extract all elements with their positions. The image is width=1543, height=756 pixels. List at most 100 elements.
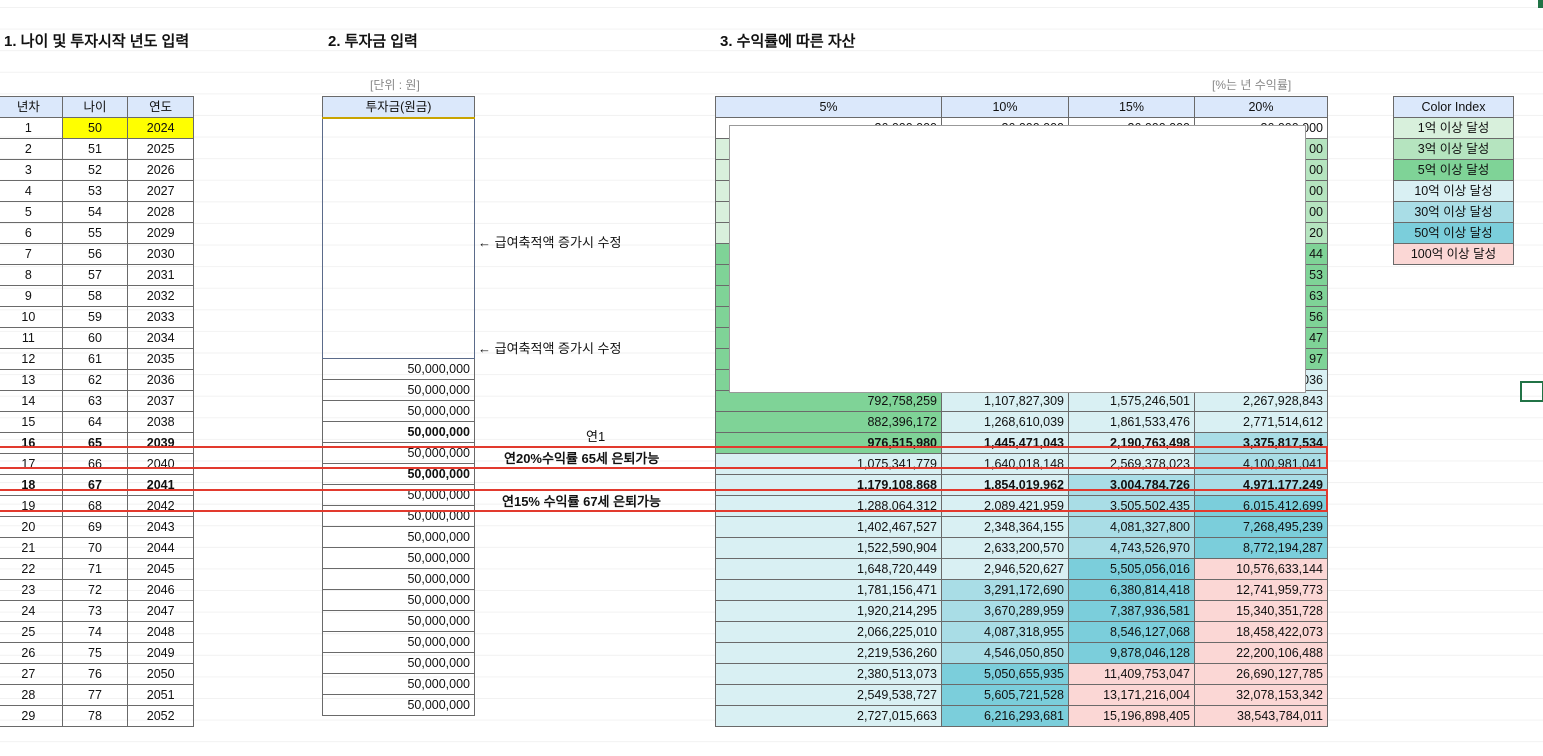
table-cell[interactable]: [322, 158, 475, 178]
table-cell[interactable]: 2,569,378,023: [1068, 453, 1195, 475]
column-header[interactable]: 10%: [941, 96, 1069, 118]
table-cell[interactable]: 32,078,153,342: [1194, 684, 1328, 706]
table-cell[interactable]: 2,348,364,155: [941, 516, 1069, 538]
table-cell[interactable]: 52: [61, 159, 129, 181]
table-cell[interactable]: 2028: [127, 201, 194, 223]
table-cell[interactable]: 2,946,520,627: [941, 558, 1069, 580]
table-cell[interactable]: 2025: [127, 138, 194, 160]
table-cell[interactable]: 66: [61, 453, 129, 475]
table-cell[interactable]: [322, 218, 475, 238]
table-cell[interactable]: 2: [0, 138, 63, 160]
table-cell[interactable]: 70: [61, 537, 129, 559]
table-cell[interactable]: 2024: [127, 117, 194, 139]
table-cell[interactable]: [322, 258, 475, 278]
table-cell[interactable]: 15,340,351,728: [1194, 600, 1328, 622]
table-cell[interactable]: 7,268,495,239: [1194, 516, 1328, 538]
column-header[interactable]: 5%: [715, 96, 942, 118]
table-cell[interactable]: 15: [0, 411, 63, 433]
table-cell[interactable]: 1,402,467,527: [715, 516, 942, 538]
table-cell[interactable]: 57: [61, 264, 129, 286]
table-cell[interactable]: 4,087,318,955: [941, 621, 1069, 643]
table-cell[interactable]: 11: [0, 327, 63, 349]
table-cell[interactable]: 13: [0, 369, 63, 391]
table-cell[interactable]: 23: [0, 579, 63, 601]
table-cell[interactable]: 3,505,502,435: [1068, 495, 1195, 517]
table-cell[interactable]: 1,640,018,148: [941, 453, 1069, 475]
column-header[interactable]: 20%: [1194, 96, 1328, 118]
table-cell[interactable]: 18,458,422,073: [1194, 621, 1328, 643]
table-cell[interactable]: 1,522,590,904: [715, 537, 942, 559]
table-cell[interactable]: 50,000,000: [322, 504, 475, 527]
table-cell[interactable]: 1,781,156,471: [715, 579, 942, 601]
table-cell[interactable]: [322, 318, 475, 338]
column-header[interactable]: 투자금(원금): [322, 96, 475, 119]
table-cell[interactable]: 12,741,959,773: [1194, 579, 1328, 601]
table-cell[interactable]: 3,375,817,534: [1194, 432, 1328, 454]
table-cell[interactable]: 1,854,019,962: [941, 474, 1069, 496]
table-cell[interactable]: 19: [0, 495, 63, 517]
table-cell[interactable]: 5,505,056,016: [1068, 558, 1195, 580]
table-cell[interactable]: 15,196,898,405: [1068, 705, 1195, 727]
table-cell[interactable]: 1,268,610,039: [941, 411, 1069, 433]
table-cell[interactable]: 50,000,000: [322, 462, 475, 485]
table-cell[interactable]: 27: [0, 663, 63, 685]
table-cell[interactable]: 2048: [127, 621, 194, 643]
table-cell[interactable]: 61: [61, 348, 129, 370]
table-cell[interactable]: 72: [61, 579, 129, 601]
table-cell[interactable]: 6,015,412,699: [1194, 495, 1328, 517]
table-cell[interactable]: 1,861,533,476: [1068, 411, 1195, 433]
table-cell[interactable]: 59: [61, 306, 129, 328]
table-cell[interactable]: 5,605,721,528: [941, 684, 1069, 706]
table-cell[interactable]: 8,546,127,068: [1068, 621, 1195, 643]
column-header[interactable]: 나이: [61, 96, 129, 118]
color-index-header[interactable]: Color Index: [1393, 96, 1514, 118]
table-cell[interactable]: 77: [61, 684, 129, 706]
table-cell[interactable]: [322, 198, 475, 218]
table-cell[interactable]: 2037: [127, 390, 194, 412]
table-cell[interactable]: 50: [61, 117, 129, 139]
table-cell[interactable]: 67: [61, 474, 129, 496]
column-header[interactable]: 연도: [127, 96, 194, 118]
table-cell[interactable]: 2051: [127, 684, 194, 706]
table-cell[interactable]: 50,000,000: [322, 693, 475, 716]
table-cell[interactable]: 74: [61, 621, 129, 643]
table-cell[interactable]: 2038: [127, 411, 194, 433]
table-cell[interactable]: [322, 178, 475, 198]
table-cell[interactable]: 26,690,127,785: [1194, 663, 1328, 685]
table-cell[interactable]: 11,409,753,047: [1068, 663, 1195, 685]
color-index-item[interactable]: 50억 이상 달성: [1393, 222, 1514, 244]
table-cell[interactable]: 75: [61, 642, 129, 664]
table-cell[interactable]: 24: [0, 600, 63, 622]
table-cell[interactable]: 55: [61, 222, 129, 244]
color-index-item[interactable]: 3억 이상 달성: [1393, 138, 1514, 160]
table-cell[interactable]: 2036: [127, 369, 194, 391]
table-cell[interactable]: 50,000,000: [322, 609, 475, 632]
table-cell[interactable]: 8: [0, 264, 63, 286]
table-cell[interactable]: 1,107,827,309: [941, 390, 1069, 412]
table-cell[interactable]: 25: [0, 621, 63, 643]
table-cell[interactable]: 2029: [127, 222, 194, 244]
table-cell[interactable]: 50,000,000: [322, 567, 475, 590]
table-cell[interactable]: 2,219,536,260: [715, 642, 942, 664]
table-cell[interactable]: 62: [61, 369, 129, 391]
table-cell[interactable]: 20: [0, 516, 63, 538]
table-cell[interactable]: 14: [0, 390, 63, 412]
table-cell[interactable]: 13,171,216,004: [1068, 684, 1195, 706]
table-cell[interactable]: 51: [61, 138, 129, 160]
table-cell[interactable]: 2,633,200,570: [941, 537, 1069, 559]
table-cell[interactable]: 1,445,471,043: [941, 432, 1069, 454]
table-cell[interactable]: 9,878,046,128: [1068, 642, 1195, 664]
table-cell[interactable]: 6: [0, 222, 63, 244]
table-cell[interactable]: 22,200,106,488: [1194, 642, 1328, 664]
table-cell[interactable]: 2047: [127, 600, 194, 622]
table-cell[interactable]: 4,546,050,850: [941, 642, 1069, 664]
table-cell[interactable]: 50,000,000: [322, 546, 475, 569]
table-cell[interactable]: 63: [61, 390, 129, 412]
table-cell[interactable]: 69: [61, 516, 129, 538]
table-cell[interactable]: 71: [61, 558, 129, 580]
table-cell[interactable]: 38,543,784,011: [1194, 705, 1328, 727]
table-cell[interactable]: 50,000,000: [322, 525, 475, 548]
table-cell[interactable]: 2050: [127, 663, 194, 685]
table-cell[interactable]: 2027: [127, 180, 194, 202]
table-cell[interactable]: 50,000,000: [322, 378, 475, 401]
